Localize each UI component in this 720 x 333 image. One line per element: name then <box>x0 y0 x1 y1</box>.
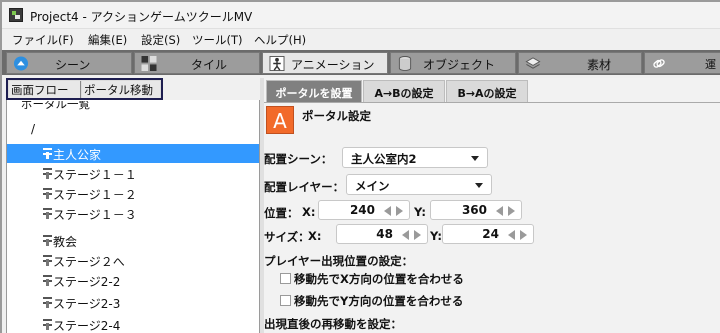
decrement-arrow-icon[interactable] <box>508 230 515 240</box>
tab-portal-move[interactable]: ポータル移動 <box>82 81 160 98</box>
tab-tile-label: タイル <box>191 58 228 72</box>
decrement-arrow-icon[interactable] <box>384 206 391 216</box>
menu-tools[interactable]: ツール(T) <box>192 32 243 48</box>
tab-animation-label: アニメーション <box>291 58 375 72</box>
tab-screen-flow[interactable]: 画面フロー <box>9 81 81 98</box>
app-window: Project4 - アクションゲームツクールMV ファイル(F) 編集(E) … <box>0 0 720 333</box>
portal-icon <box>43 319 52 330</box>
chevron-down-icon <box>471 156 479 161</box>
position-label: 位置： <box>264 206 299 220</box>
portal-settings-tabs: ポータルを設置 A→Bの設定 B→Aの設定 <box>264 78 720 102</box>
size-y-spinner[interactable]: 24 <box>442 224 534 244</box>
size-y-label: Y: <box>430 229 442 243</box>
size-label: サイズ： <box>264 230 310 244</box>
link-icon <box>653 59 665 68</box>
tab-divider <box>264 102 720 103</box>
title-bar: Project4 - アクションゲームツクールMV <box>2 2 720 29</box>
menu-bar: ファイル(F) 編集(E) 設定(S) ツール(T) ヘルプ(H) <box>2 29 720 50</box>
increment-arrow-icon[interactable] <box>508 206 515 216</box>
tree-item-portal-8[interactable]: ステージ2-4 <box>7 315 259 333</box>
portal-settings-panel: ポータルを設置 A→Bの設定 B→Aの設定 A ポータル設定 配置シーン： 主人… <box>264 78 720 333</box>
tree-item-portal-0[interactable]: 主人公家 <box>7 144 259 163</box>
align-x-checkbox[interactable] <box>280 273 291 284</box>
position-x-label: X: <box>302 205 316 219</box>
portal-icon <box>43 255 52 266</box>
app-icon <box>9 8 23 22</box>
window-title: Project4 - アクションゲームツクールMV <box>30 10 253 24</box>
tab-a-to-b[interactable]: A→Bの設定 <box>363 80 445 102</box>
tab-place-portal[interactable]: ポータルを設置 <box>266 80 362 102</box>
menu-edit[interactable]: 編集(E) <box>88 32 127 48</box>
main-tab-strip: シーン タイル アニメーション オブジェクト 素材 運 <box>2 50 720 75</box>
increment-arrow-icon[interactable] <box>414 230 421 240</box>
chevron-down-icon <box>475 183 483 188</box>
menu-settings[interactable]: 設定(S) <box>141 32 180 48</box>
portal-icon <box>43 208 52 219</box>
tab-operation-label: 運 <box>705 58 716 71</box>
tab-object[interactable]: オブジェクト <box>390 52 516 74</box>
decrement-arrow-icon[interactable] <box>496 206 503 216</box>
scene-select[interactable]: 主人公室内2 <box>342 147 488 168</box>
portal-a-icon: A <box>266 106 294 134</box>
portal-icon <box>43 148 52 159</box>
layer-select[interactable]: メイン <box>346 174 492 195</box>
material-icon <box>525 57 541 69</box>
scene-icon <box>13 56 29 71</box>
size-x-spinner[interactable]: 48 <box>336 224 428 244</box>
tree-item-portal-1[interactable]: ステージ１－１ <box>7 164 259 183</box>
tree-item-portal-5[interactable]: ステージ２へ <box>7 251 259 270</box>
tab-object-label: オブジェクト <box>423 58 496 72</box>
position-y-spinner[interactable]: 360 <box>430 200 522 220</box>
tree-item-portal-7[interactable]: ステージ2-3 <box>7 293 259 312</box>
scene-label: 配置シーン： <box>264 152 333 166</box>
align-y-label: 移動先でY方向の位置を合わせる <box>294 294 464 308</box>
decrement-arrow-icon[interactable] <box>402 230 409 240</box>
align-y-checkbox[interactable] <box>280 295 291 306</box>
menu-help[interactable]: ヘルプ(H) <box>254 32 306 48</box>
align-x-label: 移動先でX方向の位置を合わせる <box>294 272 464 286</box>
tree-item-portal-6[interactable]: ステージ2-2 <box>7 271 259 290</box>
portal-icon <box>43 297 52 308</box>
tree-folder[interactable]: / <box>7 120 259 139</box>
portal-icon <box>43 188 52 199</box>
animation-icon <box>269 56 285 71</box>
tab-operation[interactable]: 運 <box>644 52 720 74</box>
tab-scene-label: シーン <box>55 58 91 72</box>
tree-item-portal-4[interactable]: 教会 <box>7 231 259 250</box>
tile-icon <box>141 56 157 71</box>
tab-scene[interactable]: シーン <box>6 52 132 74</box>
increment-arrow-icon[interactable] <box>396 206 403 216</box>
increment-arrow-icon[interactable] <box>520 230 527 240</box>
layer-label: 配置レイヤー： <box>264 180 345 194</box>
position-x-spinner[interactable]: 240 <box>318 200 410 220</box>
tab-material-label: 素材 <box>587 58 612 72</box>
tree-root[interactable]: ポータル一覧 <box>7 101 259 113</box>
player-position-heading: プレイヤー出現位置の設定： <box>264 254 414 268</box>
object-icon <box>398 56 412 71</box>
menu-file[interactable]: ファイル(F) <box>12 32 74 48</box>
remove-heading: 出現直後の再移動を設定： <box>264 317 402 331</box>
portal-tree: ポータル一覧 / 主人公家 ステージ１－１ ステージ１－２ ステージ１－３ 教会… <box>6 100 260 333</box>
portal-icon <box>43 168 52 179</box>
section-title: ポータル設定 <box>302 109 371 123</box>
tab-animation[interactable]: アニメーション <box>262 52 388 74</box>
left-panel-tab-strip: 画面フロー ポータル移動 <box>6 78 163 100</box>
portal-icon <box>43 235 52 246</box>
tree-item-portal-3[interactable]: ステージ１－３ <box>7 204 259 223</box>
portal-icon <box>43 275 52 286</box>
size-x-label: X: <box>308 229 322 243</box>
position-y-label: Y: <box>414 205 426 219</box>
tab-b-to-a[interactable]: B→Aの設定 <box>446 80 528 102</box>
tab-tile[interactable]: タイル <box>134 52 260 74</box>
tree-item-portal-2[interactable]: ステージ１－２ <box>7 184 259 203</box>
tab-material[interactable]: 素材 <box>518 52 642 74</box>
